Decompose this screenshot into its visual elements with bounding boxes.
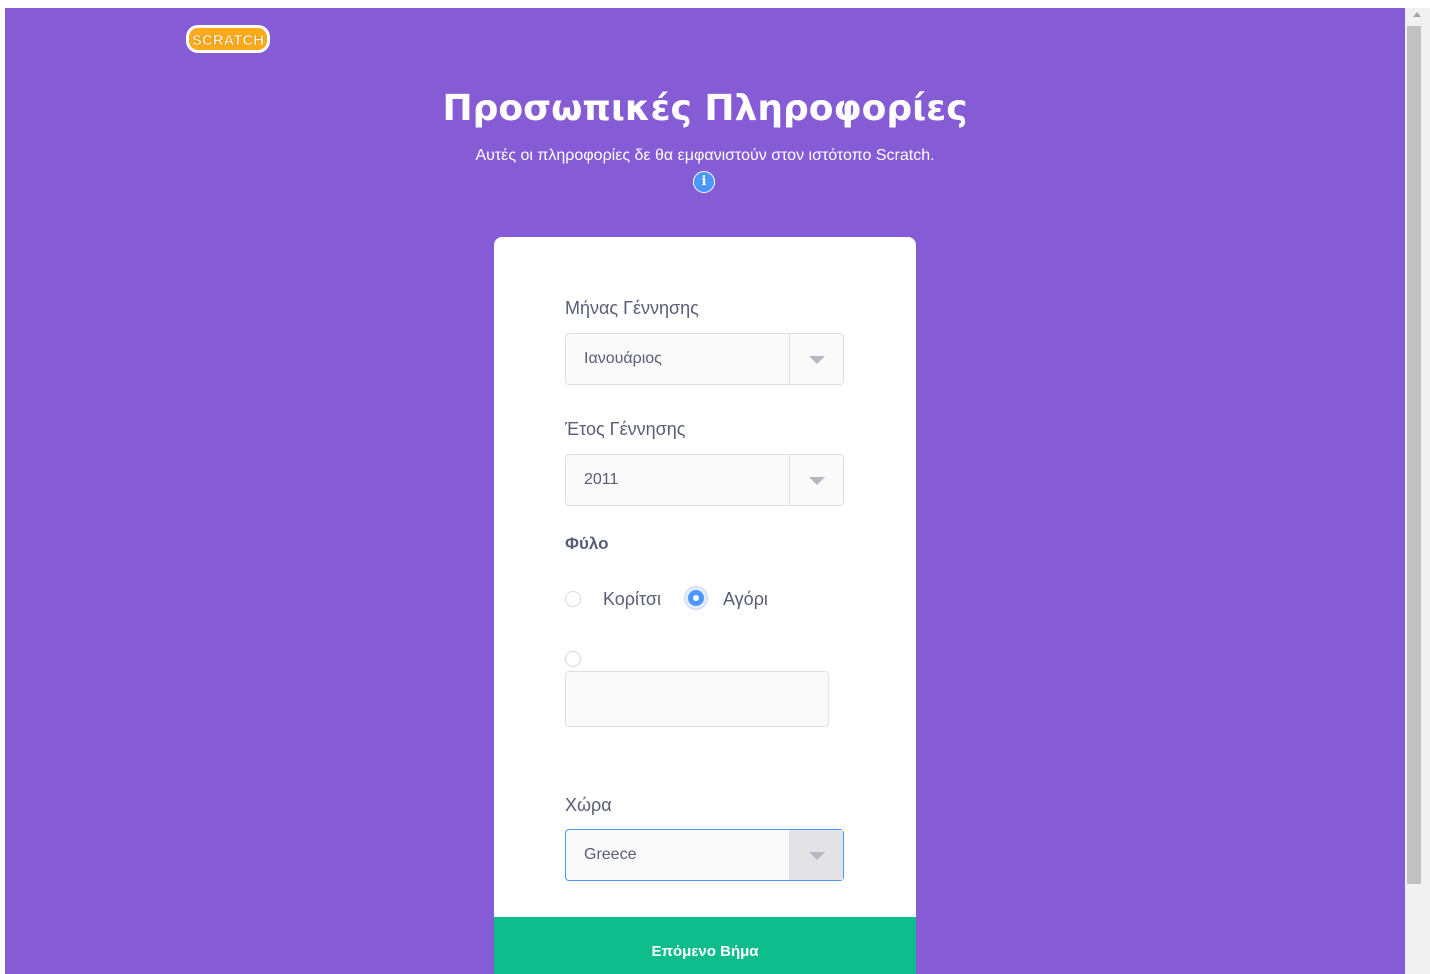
gender-radio-girl[interactable] xyxy=(565,591,581,607)
custom-gender-input[interactable] xyxy=(565,671,829,727)
chevron-down-icon xyxy=(809,356,825,364)
country-label: Χώρα xyxy=(565,795,612,815)
country-select[interactable]: Greece xyxy=(565,829,844,881)
gender-option-boy-label[interactable]: Αγόρι xyxy=(723,589,768,610)
logo-text: SCRATCH xyxy=(192,32,264,49)
gender-radio-custom[interactable] xyxy=(565,651,581,667)
gender-label: Φύλο xyxy=(565,534,609,553)
window-top-edge xyxy=(0,0,1430,8)
gender-option-girl-label[interactable]: Κορίτσι xyxy=(603,589,661,610)
birth-year-label: Έτος Γέννησης xyxy=(565,419,686,439)
country-dropdown-toggle[interactable] xyxy=(789,830,843,880)
radio-selected-icon xyxy=(688,590,704,606)
birth-year-value: 2011 xyxy=(584,471,619,488)
birth-month-select[interactable]: Ιανουάριος xyxy=(565,333,844,385)
scroll-up-arrow-icon[interactable] xyxy=(1413,12,1421,17)
next-step-button[interactable]: Επόμενο Βήμα xyxy=(494,917,916,974)
birth-month-label: Μήνας Γέννησης xyxy=(565,298,699,318)
chevron-down-icon xyxy=(809,477,825,485)
page-background: SCRATCH Προσωπικές Πληροφορίες Αυτές οι … xyxy=(5,8,1405,974)
birth-year-select[interactable]: 2011 xyxy=(565,454,844,506)
info-icon[interactable]: i xyxy=(693,171,715,193)
gender-radio-boy[interactable] xyxy=(684,586,708,610)
page-subtitle: Αυτές οι πληροφορίες δε θα εμφανιστούν σ… xyxy=(475,147,935,164)
birth-month-value: Ιανουάριος xyxy=(584,350,662,367)
scratch-logo[interactable]: SCRATCH xyxy=(185,24,271,54)
vertical-scrollbar[interactable] xyxy=(1405,8,1430,974)
country-value: Greece xyxy=(584,846,637,863)
page-title: Προσωπικές Πληροφορίες xyxy=(442,88,968,129)
scrollbar-thumb[interactable] xyxy=(1407,26,1421,884)
birth-month-dropdown-toggle[interactable] xyxy=(789,334,843,384)
birth-year-dropdown-toggle[interactable] xyxy=(789,455,843,505)
chevron-down-icon xyxy=(809,852,825,860)
registration-card: Μήνας Γέννησης Ιανουάριος Έτος Γέννησης … xyxy=(494,237,916,974)
